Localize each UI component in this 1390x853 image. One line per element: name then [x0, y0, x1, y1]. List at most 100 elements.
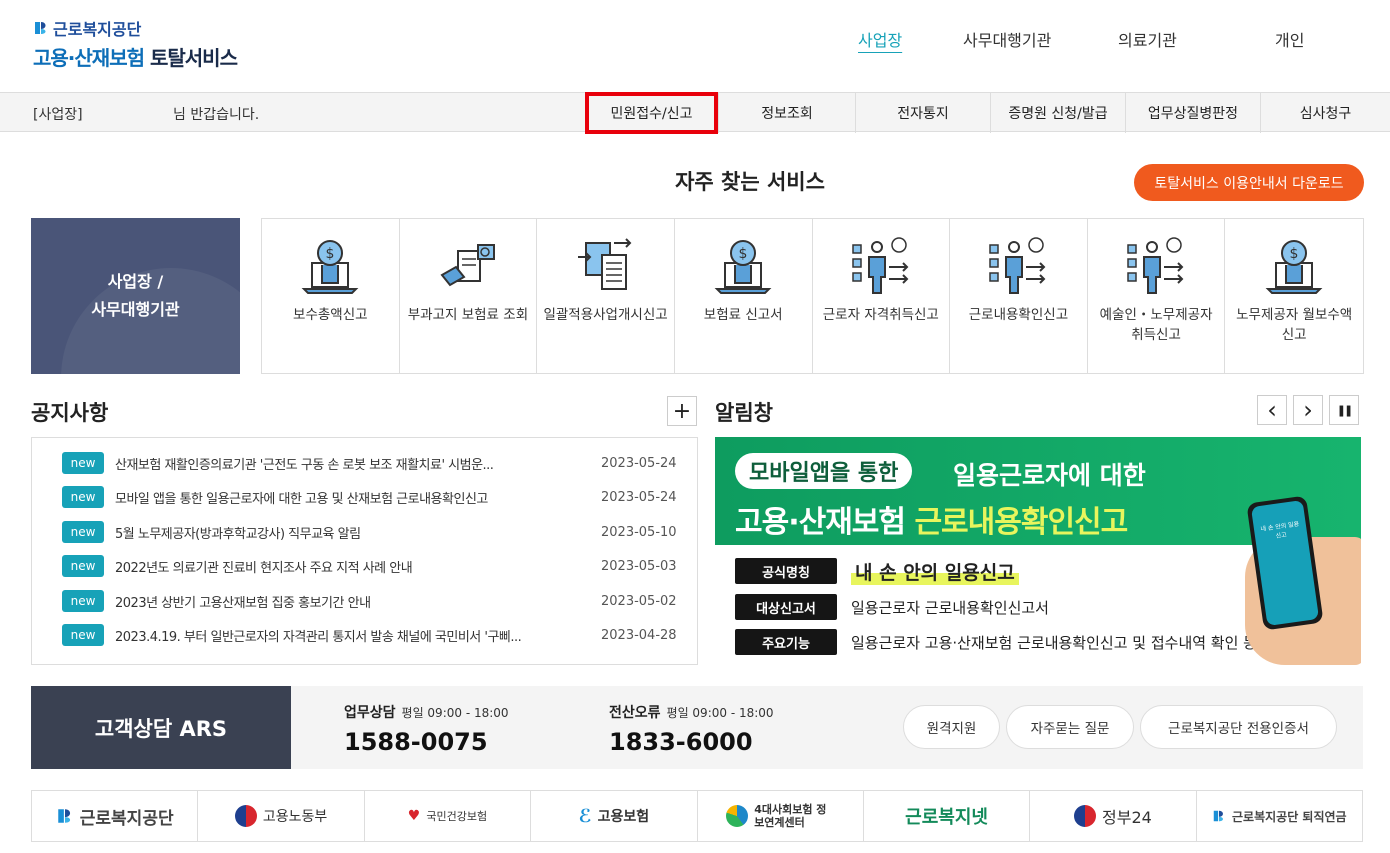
banner-prev-button[interactable]: ‹ [1257, 395, 1287, 425]
contact-tech: 전산오류 평일 09:00 - 18:00 1833-6000 [609, 702, 774, 756]
service-label: 부과고지 보험료 조회 [407, 307, 529, 323]
partner-label: 고용노동부 [262, 809, 328, 825]
partner-gov24[interactable]: 정부24 [1030, 791, 1197, 841]
new-badge: new [62, 624, 104, 646]
new-badge: new [62, 521, 104, 543]
banner-tag: 대상신고서 [735, 594, 837, 620]
menu-occupational-disease[interactable]: 업무상질병판정 [1125, 93, 1260, 133]
notice-date: 2023-04-28 [601, 627, 677, 643]
site-logo[interactable]: 근로복지공단 고용·산재보험 토탈서비스 [33, 16, 238, 71]
contact-hours: 평일 09:00 - 18:00 [401, 706, 509, 720]
service-premium-inquiry[interactable]: 부과고지 보험료 조회 [400, 219, 538, 373]
user-type: [사업장] [33, 107, 83, 123]
notice-item[interactable]: new 2023.4.19. 부터 일반근로자의 자격관리 통지서 발송 채널에… [62, 623, 682, 647]
partner-ei[interactable]: ℰ 고용보험 [531, 791, 698, 841]
logo-service-dark: 토탈서비스 [149, 46, 238, 70]
remote-support-button[interactable]: 원격지원 [903, 705, 1000, 749]
chevron-right-icon: › [1303, 396, 1313, 424]
new-badge: new [62, 555, 104, 577]
nhis-logo-icon: ♥ [407, 808, 421, 824]
faq-button[interactable]: 자주묻는 질문 [1006, 705, 1134, 749]
taegeuk-logo-icon [234, 805, 257, 827]
contact-title: 고객상담 ARS [31, 686, 291, 769]
contact-number: 1833-6000 [609, 728, 753, 756]
menu-review-request[interactable]: 심사청구 [1260, 93, 1390, 133]
phone-screen-text: 내 손 안의 일용신고 [1260, 520, 1300, 541]
service-category-tab[interactable]: 사업장 / 사무대행기관 [31, 218, 240, 374]
banner-pause-button[interactable]: ❚❚ [1329, 395, 1359, 425]
nav-agency[interactable]: 사무대행기관 [963, 27, 1051, 51]
partner-welfare-net[interactable]: 근로복지넷 [864, 791, 1031, 841]
document-search-icon [440, 244, 495, 287]
menu-civil-report[interactable]: 민원접수/신고 [585, 92, 718, 134]
notice-text: 모바일 앱을 통한 일용근로자에 대한 고용 및 산재보험 근로내용확인신고 [115, 491, 488, 507]
banner-value: 일용근로자 고용·산재보험 근로내용확인신고 및 접수내역 확인 등 [851, 633, 1257, 652]
service-artist-acquisition[interactable]: 예술인・노무제공자 취득신고 [1088, 219, 1226, 373]
service-monthly-wage[interactable]: $ 노무제공자 월보수액 신고 [1225, 219, 1363, 373]
ei-logo-icon: ℰ [578, 805, 592, 827]
notice-date: 2023-05-03 [601, 558, 677, 574]
notice-item[interactable]: new 2022년도 의료기관 진료비 현지조사 주요 지적 사례 안내 202… [62, 554, 682, 578]
notice-more-button[interactable]: + [667, 396, 697, 426]
notice-section-title: 공지사항 [31, 401, 109, 425]
notice-date: 2023-05-24 [601, 455, 677, 471]
service-premium-report[interactable]: $ 보험료 신고서 [675, 219, 813, 373]
service-worker-qualification[interactable]: 근로자 자격취득신고 [813, 219, 951, 373]
partner-4insure[interactable]: 4대사회보험 정보연계센터 [698, 791, 864, 841]
menu-info-inquiry[interactable]: 정보조회 [718, 93, 855, 133]
taegeuk-logo-icon [1074, 805, 1097, 827]
notice-item[interactable]: new 5월 노무제공자(방과후학교강사) 직무교육 알림 2023-05-10 [62, 520, 682, 544]
nav-personal[interactable]: 개인 [1275, 27, 1304, 51]
partner-label: 근로복지공단 [79, 808, 174, 829]
menu-e-notice[interactable]: 전자통지 [855, 93, 990, 133]
partner-label: 정부24 [1102, 808, 1152, 827]
chevron-left-icon: ‹ [1267, 396, 1277, 424]
money-laptop-icon: $ [1265, 240, 1323, 294]
certificate-button[interactable]: 근로복지공단 전용인증서 [1140, 705, 1337, 749]
partner-moel[interactable]: 고용노동부 [198, 791, 365, 841]
category-line2: 사무대행기관 [91, 300, 180, 319]
notice-item[interactable]: new 모바일 앱을 통한 일용근로자에 대한 고용 및 산재보험 근로내용확인… [62, 485, 682, 509]
contact-hours: 평일 09:00 - 18:00 [666, 706, 774, 720]
service-label: 근로자 자격취득신고 [822, 307, 939, 323]
contact-bar: 고객상담 ARS 업무상담 평일 09:00 - 18:00 1588-0075 … [31, 686, 1363, 769]
frequent-services-title: 자주 찾는 서비스 [675, 170, 825, 194]
service-label: 일괄적용사업개시신고 [543, 307, 668, 323]
partner-pension[interactable]: 근로복지공단 퇴직연금 [1197, 791, 1362, 841]
banner-next-button[interactable]: › [1293, 395, 1323, 425]
svg-text:$: $ [739, 246, 748, 262]
partner-comwel[interactable]: 근로복지공단 [32, 791, 199, 841]
menu-certificate[interactable]: 증명원 신청/발급 [990, 93, 1125, 133]
pause-icon: ❚❚ [1336, 403, 1354, 417]
service-label: 근로내용확인신고 [968, 307, 1069, 323]
service-work-content[interactable]: 근로내용확인신고 [950, 219, 1088, 373]
service-label: 노무제공자 월보수액 신고 [1236, 307, 1353, 343]
alarm-section-title: 알림창 [715, 401, 773, 425]
notice-date: 2023-05-24 [601, 489, 677, 505]
alarm-banner[interactable]: 모바일앱을 통한 일용근로자에 대한 고용·산재보험 근로내용확인신고 공식명칭… [715, 437, 1361, 665]
notice-item[interactable]: new 2023년 상반기 고용산재보험 집중 홍보기간 안내 2023-05-… [62, 589, 682, 613]
service-label: 보험료 신고서 [703, 307, 783, 323]
service-bulk-start[interactable]: 일괄적용사업개시신고 [537, 219, 675, 373]
notice-date: 2023-05-10 [601, 524, 677, 540]
notice-text: 2022년도 의료기관 진료비 현지조사 주요 지적 사례 안내 [115, 560, 413, 576]
new-badge: new [62, 452, 104, 474]
service-label: 보수총액신고 [293, 307, 368, 323]
money-laptop-icon: $ [714, 240, 772, 294]
guide-download-button[interactable]: 토탈서비스 이용안내서 다운로드 [1134, 164, 1364, 201]
svg-text:$: $ [1290, 246, 1299, 262]
partner-label: 근로복지공단 퇴직연금 [1232, 809, 1347, 824]
partner-nhis[interactable]: ♥ 국민건강보험 [365, 791, 532, 841]
new-badge: new [62, 590, 104, 612]
notice-item[interactable]: new 산재보험 재활인증의료기관 '근전도 구동 손 로봇 보조 재활치료' … [62, 451, 682, 475]
service-wage-total[interactable]: $ 보수총액신고 [262, 219, 400, 373]
svg-text:$: $ [326, 246, 335, 262]
document-transfer-icon [577, 238, 631, 290]
nav-medical[interactable]: 의료기관 [1118, 27, 1177, 51]
contact-number: 1588-0075 [344, 728, 488, 756]
banner-tag: 주요기능 [735, 629, 837, 655]
partner-label: 국민건강보험 [426, 810, 488, 823]
nav-workplace[interactable]: 사업장 [858, 27, 902, 51]
banner-value: 일용근로자 근로내용확인신고서 [851, 598, 1049, 617]
banner-headline2b: 근로내용확인신고 [914, 505, 1128, 540]
